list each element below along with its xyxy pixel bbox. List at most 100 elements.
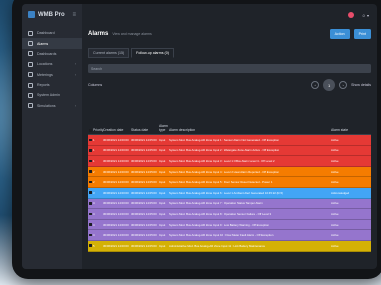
notification-icon[interactable]: [347, 12, 354, 18]
cell-status-date: 30/06/2021 14:05:00: [131, 233, 157, 238]
cell-creation-date: 30/06/2021 14:00:00: [103, 137, 129, 142]
search-input[interactable]: Search: [88, 64, 371, 73]
cell-creation-date: 30/06/2021 14:00:00: [103, 180, 129, 185]
page-title: Alarms: [88, 31, 109, 37]
columns-filter[interactable]: Columns: [88, 83, 102, 87]
sidebar-item-reports[interactable]: Reports: [22, 80, 82, 90]
table-row[interactable]: 1 30/06/2021 14:00:00 30/06/2021 14:05:00 I…: [88, 145, 371, 157]
tab-current-alarms[interactable]: Current alarms (15): [88, 48, 130, 58]
table-row[interactable]: 3 30/06/2021 14:00:00 30/06/2021 14:05:00 I…: [88, 187, 371, 199]
cell-alarm-state: Active: [331, 222, 339, 227]
tablet-screen: WMB Pro ≡ Dashboard Alarms Dashboards Locat…: [22, 4, 377, 269]
header-alarm-state[interactable]: Alarm state: [331, 128, 371, 132]
table-row[interactable]: 5 30/06/2021 14:00:00 30/06/2021 14:05:00 I…: [88, 240, 371, 252]
cell-priority: 4: [93, 233, 95, 238]
cell-alarm-type: Input: [159, 148, 166, 153]
sidebar-item-alarms[interactable]: Alarms: [22, 38, 82, 49]
cell-priority: 4: [93, 201, 95, 206]
next-page-icon[interactable]: ›: [339, 81, 348, 89]
cell-status-date: 30/06/2021 14:05:00: [131, 158, 157, 163]
table-row[interactable]: 4 30/06/2021 14:00:00 30/06/2021 14:05:00 I…: [88, 198, 371, 210]
header-creation-date[interactable]: Creation date: [103, 128, 131, 132]
nav-icon: [28, 92, 33, 98]
table-row[interactable]: 1 30/06/2021 14:00:00 30/06/2021 14:05:00 I…: [88, 156, 371, 167]
sidebar-item-label: Locations: [37, 62, 53, 67]
table-row[interactable]: 4 30/06/2021 14:00:00 30/06/2021 14:05:00 I…: [88, 219, 371, 231]
table-header: Priority Creation date Status date Alarm…: [88, 112, 371, 135]
table-row[interactable]: 2 30/06/2021 14:00:00 30/06/2021 14:05:00 I…: [88, 166, 371, 178]
tablet-device: WMB Pro ≡ Dashboard Alarms Dashboards Locat…: [12, 0, 381, 279]
page-number[interactable]: 1: [323, 79, 336, 91]
user-menu-icon[interactable]: ☺ ▾: [362, 13, 369, 18]
cell-alarm-type: Input: [159, 211, 166, 216]
header-status-date[interactable]: Status date: [131, 128, 159, 132]
sidebar-item-label: Reports: [37, 83, 50, 88]
cell-alarm-type: Input: [159, 201, 166, 206]
cell-alarm-description: System Mod. Bus Analog-AR Zone Input 10 …: [169, 233, 274, 238]
print-button[interactable]: Print: [353, 29, 371, 39]
sidebar-item-label: Meterings: [37, 72, 53, 77]
prev-page-icon[interactable]: ‹: [311, 81, 320, 89]
cell-priority: 4: [93, 211, 95, 216]
action-button[interactable]: Action: [329, 29, 350, 39]
sidebar-item-meterings[interactable]: Meterings ›: [22, 70, 82, 80]
nav-icon: [28, 82, 33, 88]
alarms-table: Priority Creation date Status date Alarm…: [88, 112, 371, 252]
tab-follow-up-alarms[interactable]: Follow-up alarms (0): [131, 48, 174, 58]
table-row[interactable]: 1 30/06/2021 14:00:00 30/06/2021 14:05:00 I…: [88, 135, 371, 146]
cell-alarm-state: Active: [331, 148, 339, 153]
sidebar-item-dashboards[interactable]: Dashboards: [22, 49, 82, 59]
cell-creation-date: 30/06/2021 14:00:00: [103, 243, 129, 248]
cell-alarm-description: System Mod. Bus Analog-AR Zone Input 3 :…: [169, 158, 275, 163]
cell-priority: 2: [93, 169, 95, 174]
table-toolbar: Columns ‹ 1 › Show details: [82, 75, 377, 95]
sidebar-item-simulations[interactable]: Simulations ›: [22, 101, 82, 111]
sidebar-item-system-admin[interactable]: System Admin: [22, 90, 82, 100]
sidebar-item-dashboard[interactable]: Dashboard: [22, 28, 82, 38]
cell-priority: 4: [93, 222, 95, 227]
sidebar: WMB Pro ≡ Dashboard Alarms Dashboards Locat…: [22, 4, 82, 269]
cell-creation-date: 30/06/2021 14:00:00: [103, 222, 129, 227]
cell-alarm-description: System Mod. Bus Analog-AR Zone Input 5 :…: [169, 180, 273, 185]
cell-alarm-description: System Mod. Bus Analog-AR Zone Input 2 :…: [169, 148, 280, 153]
table-row[interactable]: 2 30/06/2021 14:00:00 30/06/2021 14:05:00 I…: [88, 177, 371, 188]
search-placeholder: Search: [91, 66, 103, 71]
nav-icon: [28, 41, 33, 47]
header-priority[interactable]: Priority: [93, 128, 104, 132]
chevron-right-icon: ›: [74, 103, 76, 108]
chevron-right-icon: ›: [74, 72, 76, 77]
cell-creation-date: 30/06/2021 14:00:00: [103, 148, 129, 153]
table-row[interactable]: 4 30/06/2021 14:00:00 30/06/2021 14:05:00 I…: [88, 209, 371, 220]
header-alarm-description[interactable]: Alarm description: [169, 128, 331, 132]
cell-alarm-type: Input: [159, 222, 166, 227]
cell-alarm-state: Acknowledged: [331, 190, 350, 195]
collapse-icon[interactable]: ≡: [72, 12, 76, 18]
app-logo: WMB Pro ≡: [22, 4, 82, 28]
table-row[interactable]: 4 30/06/2021 14:00:00 30/06/2021 14:05:00 I…: [88, 230, 371, 241]
show-details-toggle[interactable]: Show details: [351, 83, 371, 87]
sidebar-item-label: Alarms: [37, 41, 49, 46]
cell-creation-date: 30/06/2021 14:00:00: [103, 169, 129, 174]
cell-status-date: 30/06/2021 14:05:00: [131, 211, 157, 216]
nav-icon: [28, 51, 33, 57]
tabs: Current alarms (15) Follow-up alarms (0): [82, 46, 377, 58]
cell-priority: 5: [93, 243, 95, 248]
cell-priority: 1: [93, 148, 95, 153]
app-name: WMB Pro: [38, 11, 65, 18]
cell-alarm-type: Input: [159, 190, 166, 195]
cell-status-date: 30/06/2021 14:05:00: [131, 169, 157, 174]
cell-alarm-state: Active: [331, 169, 339, 174]
cell-status-date: 30/06/2021 14:05:00: [131, 201, 157, 206]
cell-creation-date: 30/06/2021 14:00:00: [103, 158, 129, 163]
cell-priority: 1: [93, 158, 95, 163]
logo-icon: [28, 11, 35, 18]
cell-alarm-description: Administrative Mod. Bus Analog-AR Zone I…: [169, 243, 266, 248]
cell-alarm-type: Input: [159, 180, 166, 185]
header-alarm-type[interactable]: Alarm type: [159, 124, 169, 132]
chevron-right-icon: ›: [74, 62, 76, 67]
sidebar-item-label: Dashboards: [37, 51, 57, 56]
sidebar-item-locations[interactable]: Locations ›: [22, 59, 82, 69]
cell-creation-date: 30/06/2021 14:00:00: [103, 201, 129, 206]
cell-status-date: 30/06/2021 14:05:00: [131, 222, 157, 227]
sidebar-item-label: System Admin: [37, 93, 60, 98]
